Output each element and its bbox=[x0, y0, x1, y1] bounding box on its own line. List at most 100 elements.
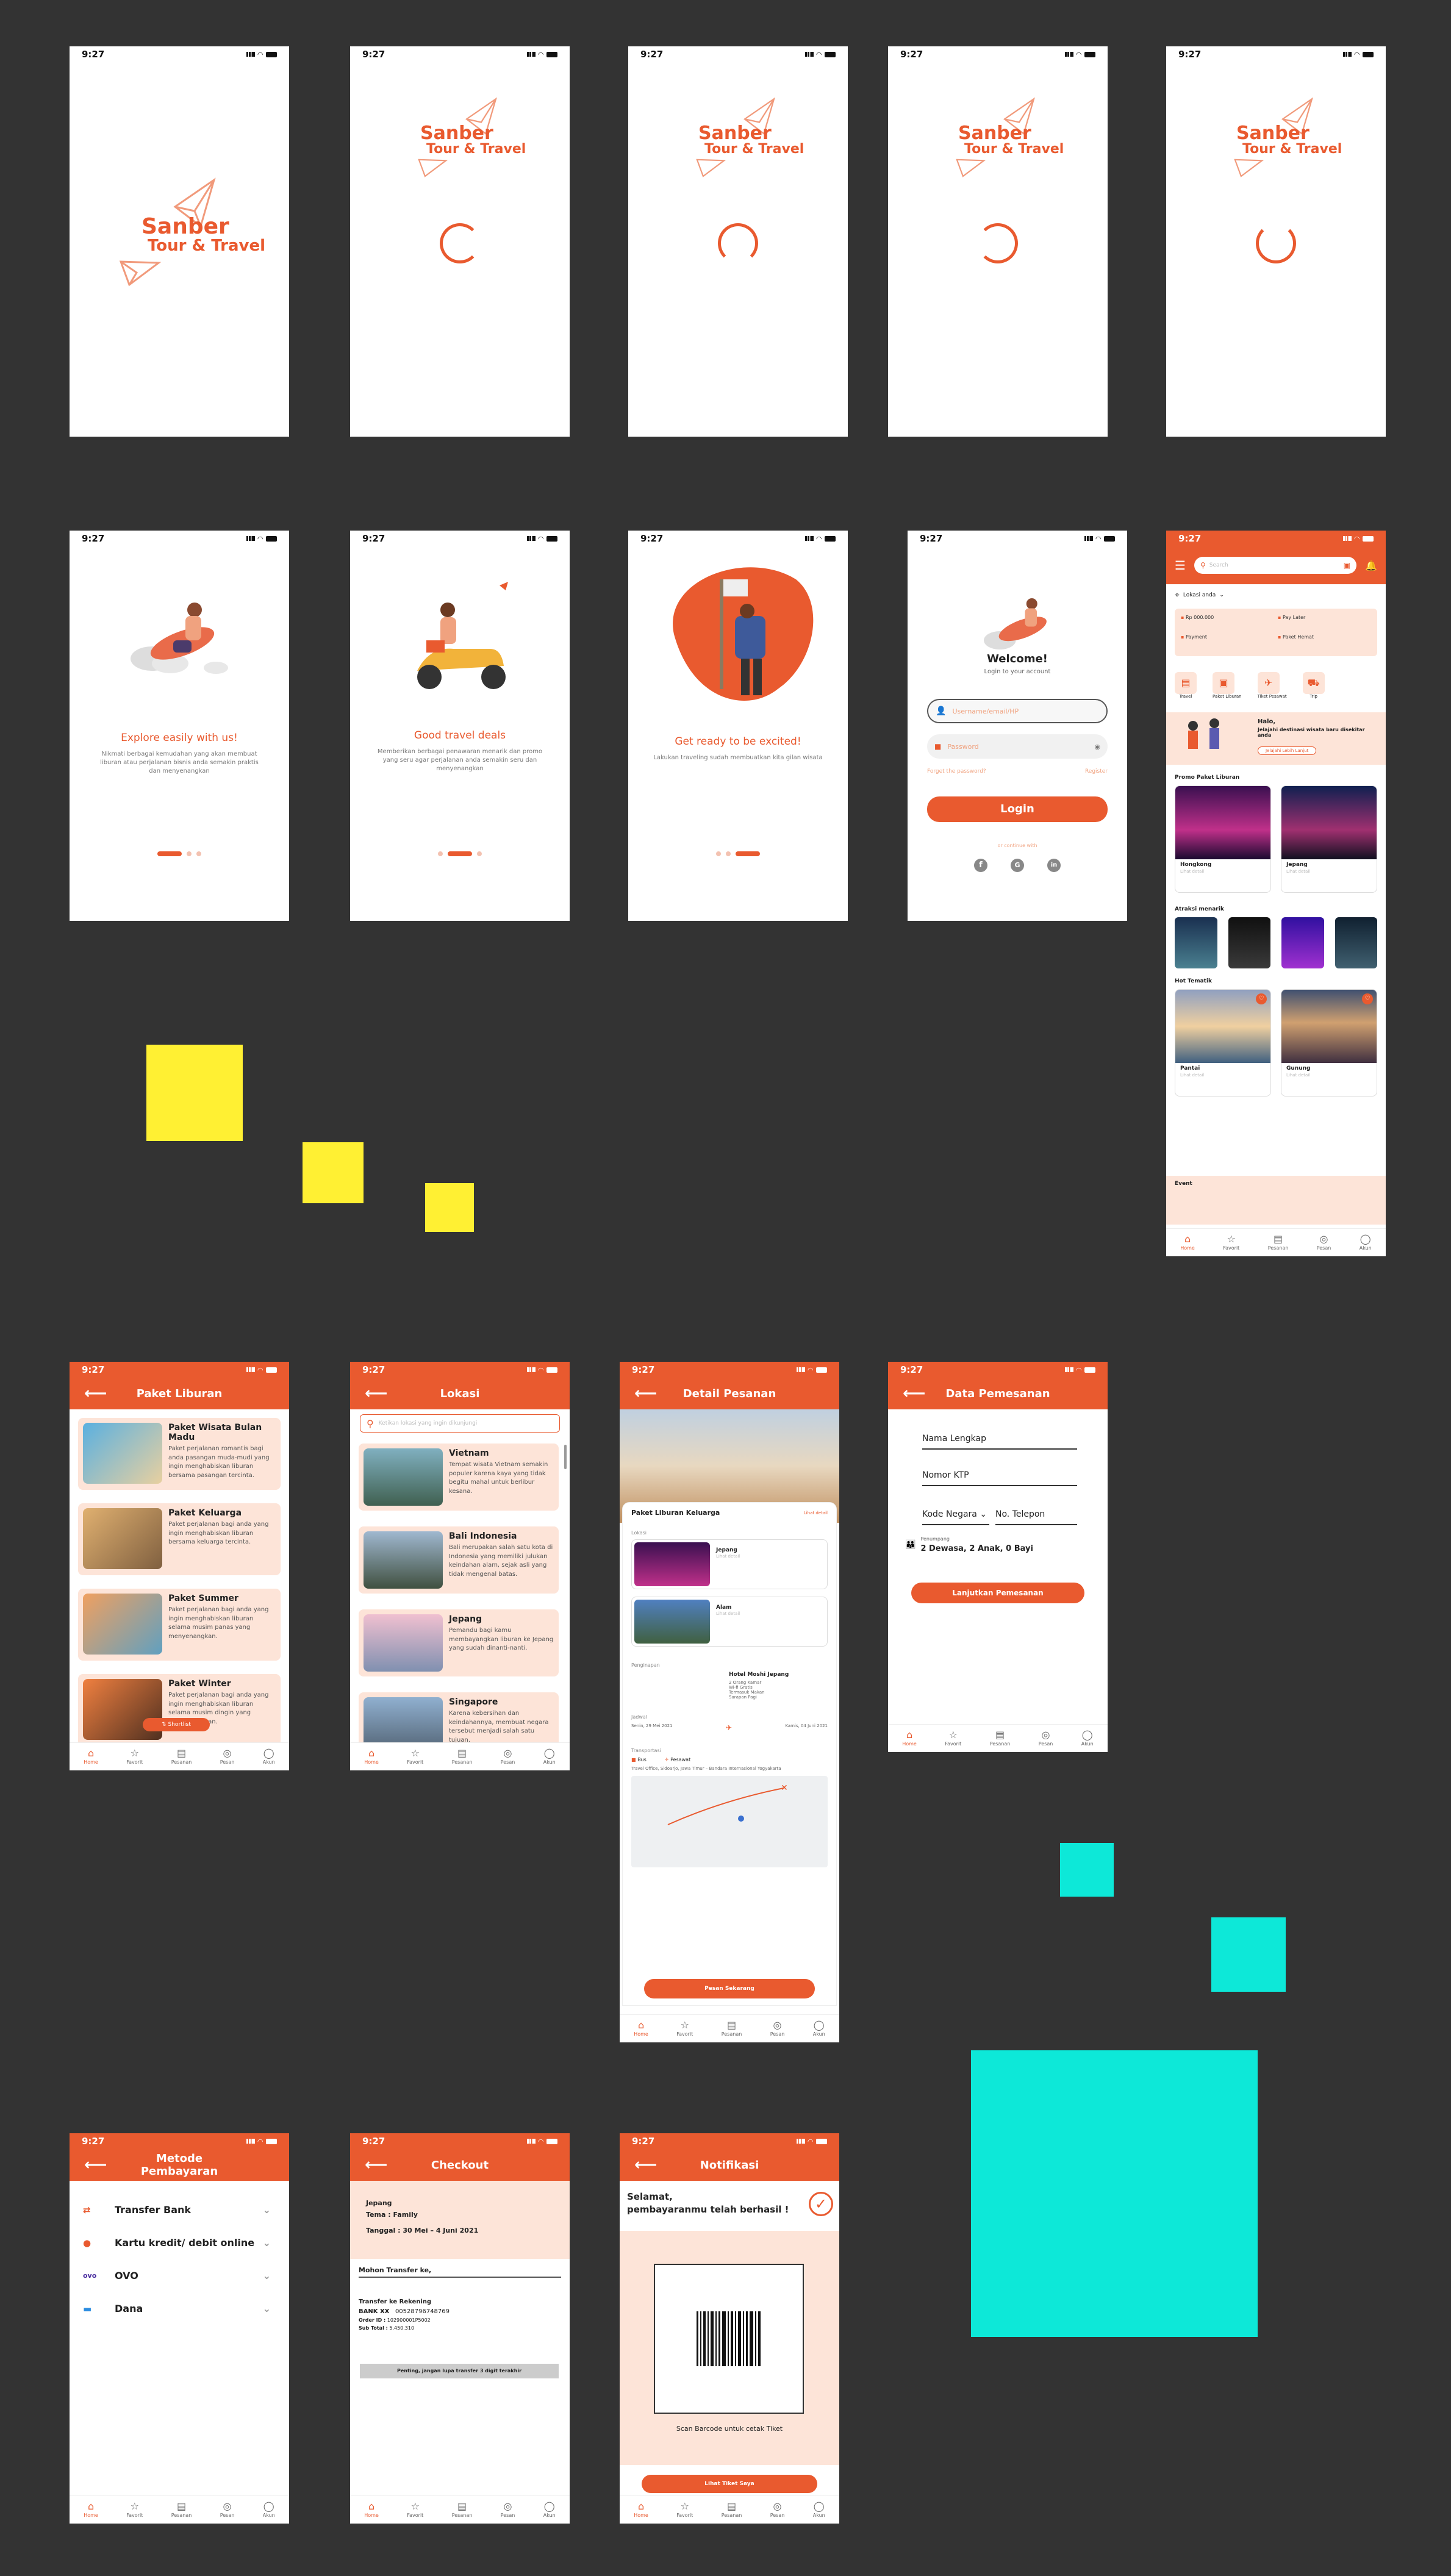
back-arrow-icon[interactable]: ⟵ bbox=[903, 1384, 939, 1403]
location-card[interactable]: Vietnam Tempat wisata Vietnam semakin pop… bbox=[359, 1444, 559, 1511]
nav-akun[interactable]: ◯ Akun bbox=[263, 2502, 275, 2519]
nav-home[interactable]: ⌂ Home bbox=[84, 1748, 98, 1766]
package-card[interactable]: Paket Winter Paket perjalanan bagi anda y… bbox=[78, 1674, 281, 1746]
barcode-box[interactable] bbox=[654, 2264, 804, 2414]
theme-card[interactable]: ♡ Gunung Lihat detail bbox=[1281, 989, 1377, 1097]
nav-akun[interactable]: ◯ Akun bbox=[813, 2020, 825, 2038]
theme-card[interactable]: ♡ Pantai Lihat detail bbox=[1175, 989, 1271, 1097]
filter-button[interactable]: ⇅ Shortlist bbox=[143, 1718, 210, 1731]
forgot-password-link[interactable]: Forget the password? bbox=[927, 768, 986, 775]
password-input[interactable]: ■ Password ◉ bbox=[927, 734, 1108, 759]
view-ticket-button[interactable]: Lihat Tiket Saya bbox=[642, 2475, 817, 2493]
favorite-icon[interactable]: ♡ bbox=[1256, 993, 1267, 1004]
nav-akun[interactable]: ◯ Akun bbox=[543, 2502, 556, 2519]
phone-field[interactable]: No. Telepon bbox=[995, 1509, 1077, 1525]
place-card[interactable]: Jepang Lihat detail bbox=[631, 1539, 828, 1589]
promo-item[interactable]: ▪ Payment bbox=[1181, 634, 1274, 650]
nav-favorit[interactable]: ☆ Favorit bbox=[407, 1748, 423, 1766]
nav-home[interactable]: ⌂ Home bbox=[634, 2502, 648, 2519]
nav-home[interactable]: ⌂ Home bbox=[84, 2502, 98, 2519]
username-input[interactable]: 👤 Username/email/HP bbox=[927, 699, 1108, 723]
continue-order-button[interactable]: Lanjutkan Pemesanan bbox=[911, 1583, 1084, 1603]
nav-pesan[interactable]: ◎ Pesan bbox=[220, 2502, 235, 2519]
nav-home[interactable]: ⌂ Home bbox=[902, 1730, 917, 1747]
nav-akun[interactable]: ◯ Akun bbox=[1081, 1730, 1094, 1747]
package-card[interactable]: Paket Summer Paket perjalanan bagi anda y… bbox=[78, 1589, 281, 1661]
order-now-button[interactable]: Pesan Sekarang bbox=[644, 1979, 815, 1998]
page-indicator[interactable] bbox=[350, 851, 570, 856]
linkedin-icon[interactable]: in bbox=[1047, 859, 1061, 872]
attraction-card[interactable] bbox=[1335, 917, 1377, 968]
back-arrow-icon[interactable]: ⟵ bbox=[84, 2156, 121, 2174]
login-button[interactable]: Login bbox=[927, 796, 1108, 822]
see-detail-link[interactable]: Lihat detail bbox=[804, 1511, 828, 1515]
scan-icon[interactable]: ▣ bbox=[1344, 561, 1350, 570]
nav-pesanan[interactable]: ▤ Pesanan bbox=[171, 2502, 192, 2519]
search-input[interactable]: ⚲ Search ▣ bbox=[1194, 557, 1357, 574]
register-link[interactable]: Register bbox=[1085, 768, 1108, 775]
nav-pesan[interactable]: ◎ Pesan bbox=[1039, 1730, 1053, 1747]
location-selector[interactable]: ⌖ Lokasi anda ⌄ bbox=[1166, 584, 1386, 606]
package-card[interactable]: Paket Wisata Bulan Madu Paket perjalanan … bbox=[78, 1418, 281, 1490]
back-arrow-icon[interactable]: ⟵ bbox=[365, 2156, 401, 2174]
category-travel[interactable]: ▤ Travel bbox=[1175, 672, 1197, 699]
nav-pesanan[interactable]: ▤ Pesanan bbox=[722, 2502, 742, 2519]
nav-pesanan[interactable]: ▤ Pesanan bbox=[990, 1730, 1011, 1747]
category-paket[interactable]: ▣ Paket Liburan bbox=[1213, 672, 1242, 699]
nav-akun[interactable]: ◯ Akun bbox=[263, 1748, 275, 1766]
nav-favorit[interactable]: ☆ Favorit bbox=[126, 1748, 143, 1766]
back-arrow-icon[interactable]: ⟵ bbox=[365, 1384, 401, 1403]
location-card[interactable]: Jepang Pemandu bagi kamu membayangkan lib… bbox=[359, 1609, 559, 1676]
full-name-field[interactable]: Nama Lengkap bbox=[922, 1434, 1077, 1450]
nav-favorit[interactable]: ☆ Favorit bbox=[676, 2020, 693, 2038]
nav-pesanan[interactable]: ▤ Pesanan bbox=[722, 2020, 742, 2038]
page-indicator[interactable] bbox=[70, 851, 289, 856]
nav-pesanan[interactable]: ▤ Pesanan bbox=[452, 1748, 473, 1766]
nav-pesan[interactable]: ◎ Pesan bbox=[501, 2502, 515, 2519]
package-card[interactable]: Paket Keluarga Paket perjalanan bagi anda… bbox=[78, 1503, 281, 1575]
promo-card[interactable]: Jepang Lihat detail bbox=[1281, 785, 1377, 893]
location-card[interactable]: Bali Indonesia Bali merupakan salah satu … bbox=[359, 1526, 559, 1594]
nav-home[interactable]: ⌂ Home bbox=[634, 2020, 648, 2038]
nav-home[interactable]: ⌂ Home bbox=[364, 1748, 379, 1766]
nav-pesan[interactable]: ◎ Pesan bbox=[1317, 1234, 1331, 1251]
promo-item[interactable]: ▪ Paket Hemat bbox=[1278, 634, 1371, 650]
promo-item[interactable]: ▪ Rp 000.000 bbox=[1181, 615, 1274, 631]
country-code-field[interactable]: Kode Negara ⌄ bbox=[922, 1509, 989, 1525]
category-pesawat[interactable]: ✈ Tiket Pesawat bbox=[1257, 672, 1287, 699]
notification-icon[interactable]: 🔔 bbox=[1365, 560, 1377, 571]
nav-pesan[interactable]: ◎ Pesan bbox=[220, 1748, 235, 1766]
eye-icon[interactable]: ◉ bbox=[1094, 743, 1100, 751]
nav-home[interactable]: ⌂ Home bbox=[1180, 1234, 1195, 1251]
route-map[interactable]: ✕ bbox=[631, 1776, 828, 1867]
nav-pesan[interactable]: ◎ Pesan bbox=[770, 2020, 785, 2038]
category-trip[interactable]: ⛟ Trip bbox=[1302, 672, 1325, 699]
attraction-card[interactable] bbox=[1228, 917, 1270, 968]
payment-option[interactable]: ▬ Dana ⌄ bbox=[83, 2303, 271, 2314]
attraction-card[interactable] bbox=[1281, 917, 1324, 968]
nav-akun[interactable]: ◯ Akun bbox=[1360, 1234, 1372, 1251]
location-search-input[interactable]: ⚲ Ketikan lokasi yang ingin dikunjungi bbox=[360, 1414, 560, 1433]
nav-akun[interactable]: ◯ Akun bbox=[813, 2502, 825, 2519]
payment-option[interactable]: ● Kartu kredit/ debit online ⌄ bbox=[83, 2237, 271, 2249]
google-icon[interactable]: G bbox=[1011, 859, 1024, 872]
nav-favorit[interactable]: ☆ Favorit bbox=[126, 2502, 143, 2519]
payment-option[interactable]: ⇄ Transfer Bank ⌄ bbox=[83, 2204, 271, 2216]
bank-account-number[interactable]: 00528796748769 bbox=[395, 2308, 450, 2315]
favorite-icon[interactable]: ♡ bbox=[1362, 993, 1373, 1004]
nav-pesanan[interactable]: ▤ Pesanan bbox=[452, 2502, 473, 2519]
nav-pesan[interactable]: ◎ Pesan bbox=[501, 1748, 515, 1766]
back-arrow-icon[interactable]: ⟵ bbox=[84, 1384, 121, 1403]
nav-home[interactable]: ⌂ Home bbox=[364, 2502, 379, 2519]
back-arrow-icon[interactable]: ⟵ bbox=[634, 2156, 671, 2174]
nav-favorit[interactable]: ☆ Favorit bbox=[407, 2502, 423, 2519]
hello-button[interactable]: Jelajahi Lebih Lanjut bbox=[1258, 746, 1317, 755]
passenger-selector[interactable]: 👪 Penumpang 2 Dewasa, 2 Anak, 0 Bayi bbox=[905, 1536, 1033, 1553]
nav-favorit[interactable]: ☆ Favorit bbox=[676, 2502, 693, 2519]
nav-favorit[interactable]: ☆ Favorit bbox=[1223, 1234, 1239, 1251]
promo-card[interactable]: Hongkong Lihat detail bbox=[1175, 785, 1271, 893]
nav-pesanan[interactable]: ▤ Pesanan bbox=[1268, 1234, 1289, 1251]
scrollbar[interactable] bbox=[564, 1445, 567, 1469]
page-indicator[interactable] bbox=[628, 851, 848, 856]
nav-pesan[interactable]: ◎ Pesan bbox=[770, 2502, 785, 2519]
